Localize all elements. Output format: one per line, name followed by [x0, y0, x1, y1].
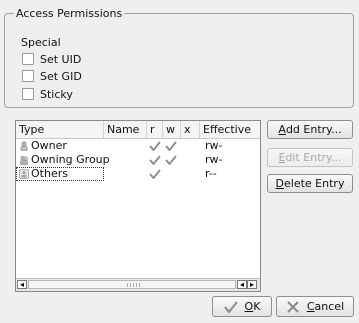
delete-entry-mnemonic: D — [275, 177, 285, 190]
row-effective: rw- — [205, 153, 223, 166]
acl-dialog: Access Permissions Special Set UID Set G… — [0, 0, 359, 323]
horizontal-scrollbar[interactable]: ◂ ◂ ▸ — [16, 278, 260, 291]
ok-mnemonic: O — [244, 300, 254, 313]
table-row[interactable]: Owning Group rw- — [16, 153, 260, 167]
edit-entry-mnemonic: E — [278, 151, 286, 164]
column-header-x[interactable]: x — [181, 121, 200, 138]
checkmark-icon — [223, 300, 238, 313]
group-icon — [20, 155, 28, 165]
row-effective: r-- — [205, 167, 217, 180]
access-permissions-title: Access Permissions — [14, 7, 125, 20]
ok-label: K — [253, 300, 261, 313]
set-gid-box[interactable] — [22, 70, 34, 82]
table-header: Type Name r w x Effective — [16, 121, 260, 139]
sticky-checkbox[interactable]: Sticky — [22, 87, 73, 101]
set-gid-label: Set GID — [40, 69, 82, 83]
read-check-icon[interactable] — [149, 155, 161, 165]
cancel-icon — [287, 300, 299, 313]
add-entry-mnemonic: A — [278, 123, 286, 136]
cancel-mnemonic: C — [306, 300, 315, 313]
edit-entry-button[interactable]: Edit Entry... — [267, 148, 353, 167]
ok-button[interactable]: OK — [212, 296, 272, 317]
scroll-left-arrow-icon[interactable]: ◂ — [237, 280, 247, 289]
scrollbar-thumb[interactable] — [28, 280, 236, 289]
set-uid-box[interactable] — [22, 53, 34, 65]
edit-entry-label: dit Entry... — [285, 151, 342, 164]
cancel-label: ancel — [314, 300, 345, 313]
set-uid-checkbox[interactable]: Set UID — [22, 52, 81, 66]
cancel-button[interactable]: Cancel — [276, 296, 354, 317]
row-type: Others — [31, 167, 68, 180]
set-gid-checkbox[interactable]: Set GID — [22, 69, 82, 83]
add-entry-label: dd Entry... — [285, 123, 342, 136]
scroll-right-arrow-icon[interactable]: ▸ — [247, 280, 257, 289]
write-check-icon[interactable] — [165, 141, 177, 151]
column-header-r[interactable]: r — [147, 121, 163, 138]
column-header-name[interactable]: Name — [104, 121, 147, 138]
scroll-left-arrow-icon[interactable]: ◂ — [17, 280, 27, 289]
sticky-label: Sticky — [40, 87, 73, 101]
row-type: Owner — [31, 139, 67, 152]
grip-icon — [127, 283, 141, 287]
table-row[interactable]: Others r-- — [16, 167, 260, 181]
column-header-w[interactable]: w — [163, 121, 181, 138]
write-check-icon[interactable] — [165, 155, 177, 165]
table-row[interactable]: Owner rw- — [16, 139, 260, 153]
add-entry-button[interactable]: Add Entry... — [267, 120, 353, 139]
row-effective: rw- — [205, 139, 223, 152]
sticky-box[interactable] — [22, 88, 34, 100]
others-icon — [19, 169, 29, 179]
user-icon — [20, 141, 28, 151]
set-uid-label: Set UID — [40, 52, 82, 66]
delete-entry-button[interactable]: Delete Entry — [267, 174, 353, 193]
read-check-icon[interactable] — [149, 169, 161, 179]
read-check-icon[interactable] — [149, 141, 161, 151]
acl-entries-table[interactable]: Type Name r w x Effective Owner rw- Owni… — [15, 120, 261, 292]
column-header-type[interactable]: Type — [16, 121, 104, 138]
delete-entry-label: elete Entry — [284, 177, 345, 190]
row-type: Owning Group — [31, 153, 110, 166]
special-label: Special — [21, 36, 61, 49]
column-header-effective[interactable]: Effective — [200, 121, 260, 138]
